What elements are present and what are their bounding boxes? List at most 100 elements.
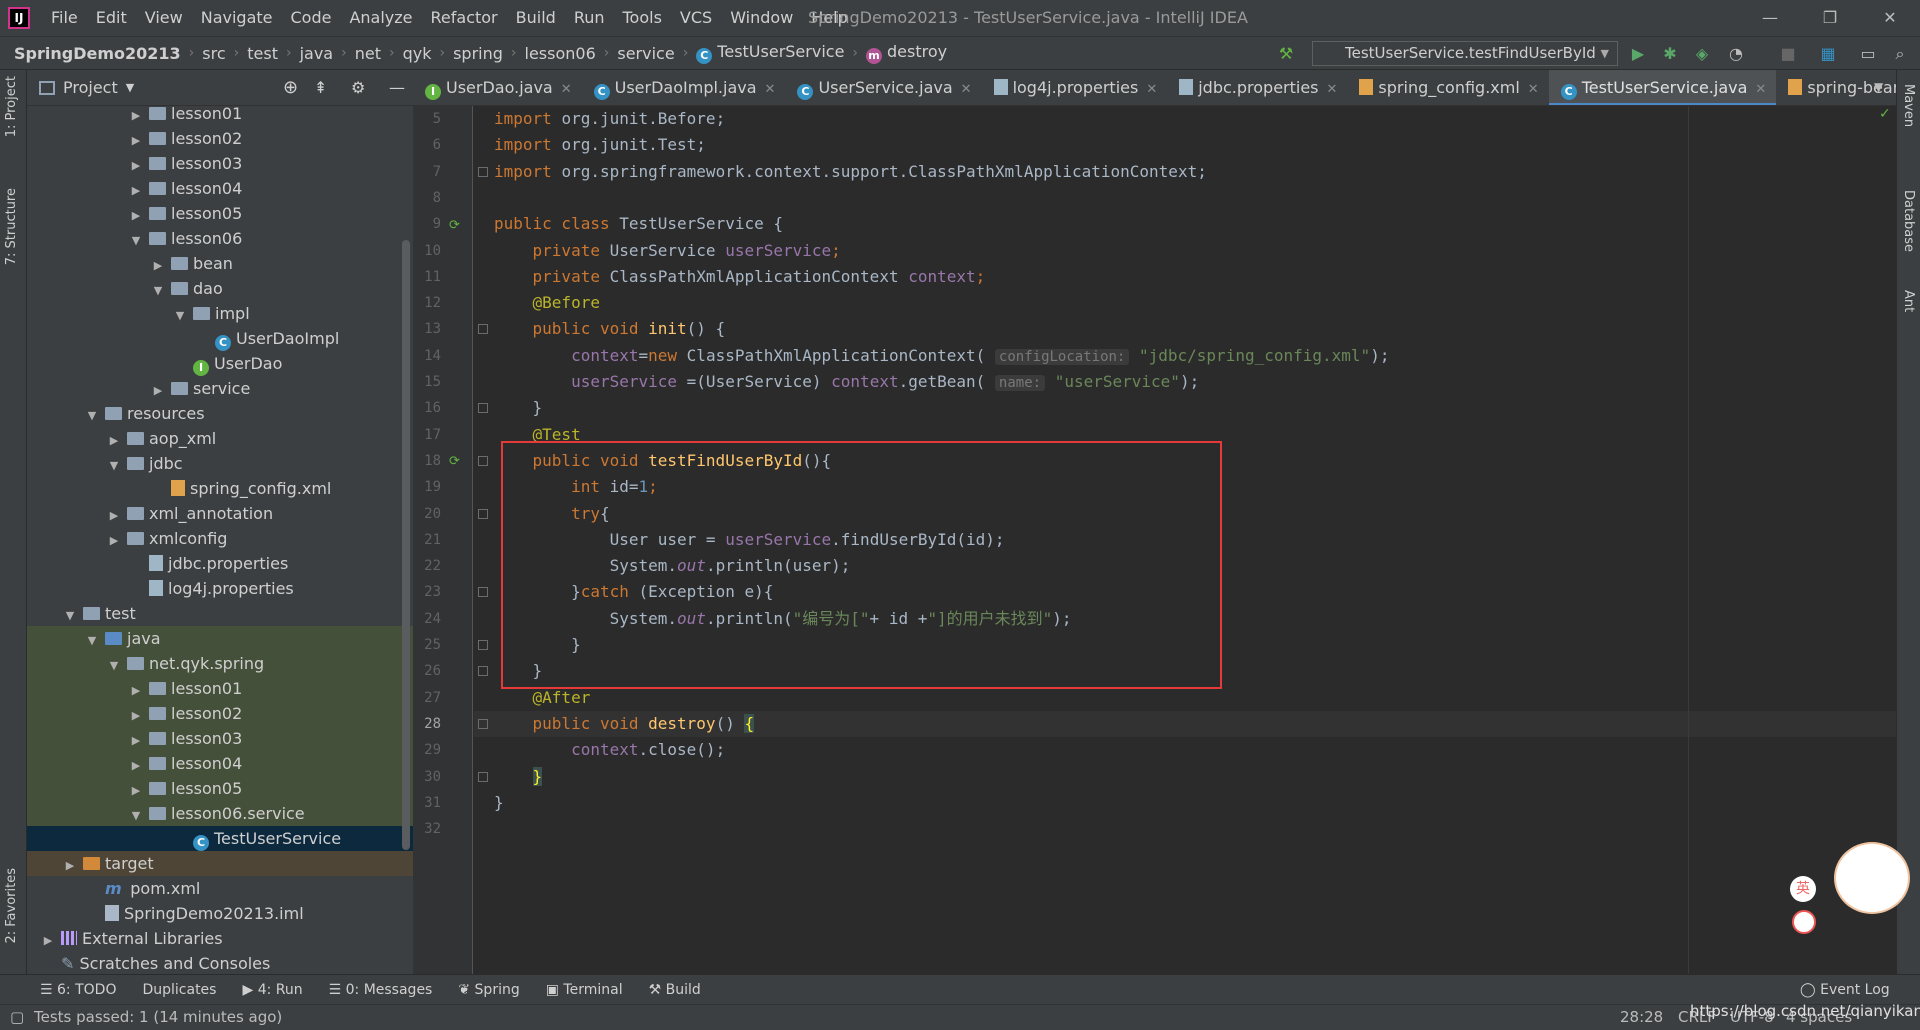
locate-icon[interactable]: ⊕ [283,77,298,98]
chevron-right-icon[interactable]: ▶ [129,203,143,228]
close-icon[interactable]: ✕ [961,82,972,97]
tree-item[interactable]: ▶ bean [27,251,413,276]
caret-position[interactable]: 28:28 [1620,1005,1663,1030]
bottom-tab-0-messages[interactable]: ☰ 0: Messages [329,982,433,998]
bottom-tab-spring[interactable]: ❦ Spring [458,982,519,998]
tab-maven-tool[interactable]: Maven [1901,84,1916,127]
tree-item[interactable]: SpringDemo20213.iml [27,901,413,926]
chevron-down-icon[interactable]: ▼ [129,803,143,828]
chevron-right-icon[interactable]: ▶ [129,728,143,753]
chevron-right-icon[interactable]: ▶ [129,753,143,778]
tree-item[interactable]: ▶ External Libraries [27,926,413,951]
tab-list-chevron-icon[interactable]: ▼ [1874,80,1883,94]
project-tree-scrollbar[interactable] [402,240,410,850]
tree-item[interactable]: ▼ impl [27,301,413,326]
tree-item[interactable]: ▶ xmlconfig [27,526,413,551]
close-icon[interactable]: ✕ [561,82,572,97]
tree-item[interactable]: ▶ lesson05 [27,201,413,226]
tree-item[interactable]: ▶ lesson04 [27,751,413,776]
breadcrumb-item[interactable]: src [202,44,225,63]
bottom-tab-duplicates[interactable]: Duplicates [142,982,216,998]
tree-item[interactable]: ▶ lesson03 [27,151,413,176]
close-icon[interactable]: ✕ [1327,82,1338,97]
tree-item[interactable]: ▼ lesson06.service [27,801,413,826]
chevron-right-icon[interactable]: ▶ [107,528,121,553]
chevron-down-icon[interactable]: ▼ [126,81,134,94]
close-icon[interactable]: ✕ [1528,82,1539,97]
breadcrumb-item[interactable]: m destroy [866,42,947,64]
project-structure-icon[interactable]: ▦ [1818,44,1838,64]
tree-item[interactable]: ▶ lesson01 [27,106,413,126]
tab-spring-config-xml[interactable]: spring_config.xml ✕ [1347,70,1548,105]
tree-item[interactable]: ▶ lesson02 [27,126,413,151]
breadcrumb-item[interactable]: java [300,44,334,63]
close-icon[interactable]: ✕ [765,82,776,97]
chevron-down-icon[interactable]: ▼ [173,303,187,328]
tree-item[interactable]: ▶ lesson01 [27,676,413,701]
chevron-right-icon[interactable]: ▶ [129,106,143,128]
fold-marker-icon[interactable] [478,324,488,335]
hide-panel-icon[interactable]: — [389,78,405,97]
chevron-right-icon[interactable]: ▶ [129,153,143,178]
stop-icon[interactable]: ■ [1778,44,1798,64]
chevron-right-icon[interactable]: ▶ [151,253,165,278]
tree-item[interactable]: log4j.properties [27,576,413,601]
fold-marker-icon[interactable] [478,718,488,729]
tree-item[interactable]: ▼ dao [27,276,413,301]
close-button[interactable]: ✕ [1860,0,1920,36]
menu-run[interactable]: Run [565,0,614,36]
breadcrumb-item[interactable]: SpringDemo20213 [14,44,181,63]
bottom-tab-4-run[interactable]: ▶ 4: Run [242,982,302,998]
tree-item[interactable]: ▶ xml_annotation [27,501,413,526]
window-layout-icon[interactable]: ▭ [1858,44,1878,64]
run-test-class-icon[interactable]: ⟳ [449,218,460,233]
menu-build[interactable]: Build [507,0,565,36]
breadcrumb-item[interactable]: lesson06 [525,44,596,63]
tab-userservice-java[interactable]: C UserService.java ✕ [785,70,981,105]
tree-item[interactable]: m pom.xml [27,876,413,901]
chevron-right-icon[interactable]: ▶ [63,853,77,878]
tab-project-tool[interactable]: 1: Project [4,76,19,137]
fold-marker-icon[interactable] [478,587,488,598]
minimize-button[interactable]: — [1740,0,1800,36]
chevron-down-icon[interactable]: ▼ [107,453,121,478]
breadcrumb-item[interactable]: qyk [403,44,432,63]
bottom-tab-6-todo[interactable]: ☰ 6: TODO [40,982,116,998]
fold-marker-icon[interactable] [478,666,488,677]
tree-item[interactable]: ▶ service [27,376,413,401]
chevron-down-icon[interactable]: ▼ [151,278,165,303]
menu-file[interactable]: File [42,0,87,36]
tree-item[interactable]: ▶ lesson03 [27,726,413,751]
profiler-icon[interactable]: ◔ [1726,44,1746,64]
fold-marker-icon[interactable] [478,771,488,782]
ime-indicator-icon[interactable]: 英 [1790,876,1816,902]
tree-item[interactable]: ▶ aop_xml [27,426,413,451]
tree-item[interactable]: jdbc.properties [27,551,413,576]
chevron-right-icon[interactable]: ▶ [129,128,143,153]
close-icon[interactable]: ✕ [1755,82,1766,97]
chevron-down-icon[interactable]: ▼ [85,628,99,653]
menu-code[interactable]: Code [282,0,341,36]
bottom-tab-terminal[interactable]: ▣ Terminal [546,982,623,998]
run-icon[interactable]: ▶ [1628,44,1648,64]
tab-userdao-java[interactable]: I UserDao.java ✕ [413,70,582,105]
tree-item[interactable]: ▼ test [27,601,413,626]
menu-navigate[interactable]: Navigate [192,0,282,36]
chevron-right-icon[interactable]: ▶ [41,928,55,953]
close-icon[interactable]: ✕ [1146,82,1157,97]
build-hammer-icon[interactable]: ⚒ [1276,44,1296,64]
tab-ant-tool[interactable]: Ant [1901,290,1916,312]
search-icon[interactable]: ⌕ [1890,44,1910,64]
fold-marker-icon[interactable] [478,403,488,414]
collapse-all-icon[interactable]: ⇞ [314,78,327,97]
debug-icon[interactable]: ✱ [1660,44,1680,64]
breadcrumb-item[interactable]: service [617,44,674,63]
breadcrumb-item[interactable]: C TestUserService [696,42,844,64]
gear-icon[interactable]: ⚙ [351,78,365,97]
chevron-right-icon[interactable]: ▶ [151,378,165,403]
chevron-down-icon[interactable]: ▼ [85,403,99,428]
menu-vcs[interactable]: VCS [671,0,721,36]
coverage-icon[interactable]: ◈ [1692,44,1712,64]
run-test-method-icon[interactable]: ⟳ [449,454,460,469]
menu-window[interactable]: Window [721,0,802,36]
